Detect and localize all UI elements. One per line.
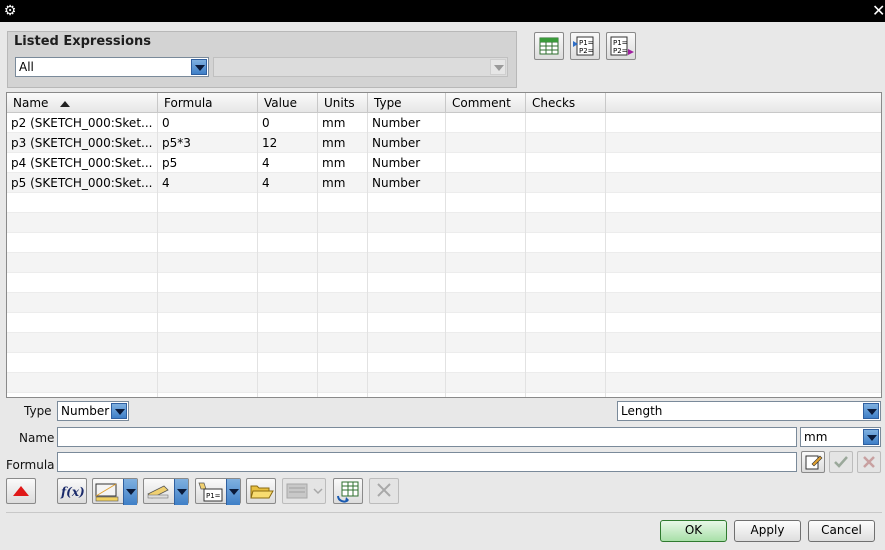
x-mark-icon	[863, 456, 875, 468]
type-label: Type	[24, 404, 52, 418]
interpart-reference-button[interactable]: P1=	[195, 478, 241, 505]
empty-row	[7, 253, 881, 273]
table-row[interactable]: p5 (SKETCH_000:Sket... 4 4 mm Number	[7, 173, 881, 193]
svg-text:P2=: P2=	[579, 47, 594, 55]
delete-x-icon	[377, 483, 391, 497]
empty-row	[7, 293, 881, 313]
column-header-name[interactable]: Name	[7, 93, 158, 113]
svg-text:P1=: P1=	[579, 39, 594, 47]
collapse-button[interactable]	[6, 478, 36, 504]
edit-icon	[805, 455, 823, 470]
empty-row	[7, 313, 881, 333]
title-bar	[0, 0, 885, 22]
pencil-reference-icon	[147, 485, 169, 499]
checkmark-icon	[834, 456, 848, 468]
folder-open-icon	[250, 485, 274, 499]
listed-filter-value: All	[19, 60, 34, 74]
svg-text:P1=: P1=	[613, 39, 628, 47]
spreadsheet-icon	[539, 37, 559, 55]
footer-divider	[6, 512, 882, 513]
table-header: Name Formula Value Units Type Comment Ch…	[7, 93, 881, 113]
empty-row	[7, 373, 881, 393]
functions-button[interactable]: f(x)	[57, 478, 87, 504]
reference-button[interactable]	[143, 478, 189, 505]
measure-button[interactable]	[92, 478, 138, 505]
window-title: Expressions	[25, 3, 115, 18]
accept-edit-button	[829, 451, 853, 473]
type-value: Number	[61, 404, 110, 418]
listed-filter-select[interactable]: All	[15, 57, 209, 77]
edit-formula-button[interactable]	[801, 451, 825, 473]
delete-button	[369, 478, 399, 504]
listed-expressions-title: Listed Expressions	[14, 34, 151, 49]
import-expressions-button[interactable]: P1= P2=	[570, 32, 600, 60]
chevron-down-icon	[490, 59, 506, 75]
spreadsheet-refresh-icon	[337, 481, 359, 503]
chevron-down-icon[interactable]	[191, 59, 207, 75]
empty-row	[7, 273, 881, 293]
chevron-down-icon[interactable]	[123, 479, 137, 505]
apply-button[interactable]: Apply	[734, 520, 801, 542]
empty-row	[7, 213, 881, 233]
unit-select[interactable]: mm	[800, 427, 881, 447]
empty-row	[7, 193, 881, 213]
listed-secondary-select	[213, 57, 508, 77]
list-icon	[286, 483, 323, 499]
cancel-button[interactable]: Cancel	[808, 520, 875, 542]
column-header-checks[interactable]: Checks	[526, 93, 606, 113]
name-label: Name	[19, 431, 55, 445]
chevron-down-icon[interactable]	[226, 479, 240, 505]
column-header-type[interactable]: Type	[368, 93, 446, 113]
reject-edit-button	[857, 451, 881, 473]
empty-row	[7, 353, 881, 373]
import-expressions-icon: P1= P2=	[573, 36, 594, 56]
dimension-select[interactable]: Length	[617, 401, 881, 421]
refresh-spreadsheet-button[interactable]	[333, 478, 363, 504]
ok-button[interactable]: OK	[660, 520, 727, 542]
column-header-comment[interactable]: Comment	[446, 93, 526, 113]
formula-input[interactable]	[57, 452, 797, 472]
empty-row	[7, 333, 881, 353]
list-options-button	[282, 478, 326, 504]
chevron-down-icon[interactable]	[863, 403, 879, 419]
close-icon[interactable]: ✕	[872, 2, 885, 20]
export-expressions-button[interactable]: P1= P2=	[606, 32, 636, 60]
svg-text:P2=: P2=	[613, 47, 628, 55]
table-row[interactable]: p3 (SKETCH_000:Sket... p5*3 12 mm Number	[7, 133, 881, 153]
svg-text:P1=: P1=	[206, 492, 221, 500]
column-header-formula[interactable]: Formula	[158, 93, 258, 113]
export-expressions-icon: P1= P2=	[610, 36, 634, 56]
function-icon: f(x)	[60, 485, 85, 499]
chevron-down-icon[interactable]	[111, 403, 127, 419]
unit-value: mm	[804, 430, 828, 444]
expressions-table[interactable]: Name Formula Value Units Type Comment Ch…	[6, 92, 882, 398]
name-input[interactable]	[57, 427, 797, 447]
dimension-value: Length	[621, 404, 663, 418]
parameter-list-icon: P1=	[198, 482, 223, 502]
open-file-button[interactable]	[246, 478, 276, 504]
export-spreadsheet-button[interactable]	[534, 32, 564, 60]
type-select[interactable]: Number	[57, 401, 129, 421]
empty-row	[7, 233, 881, 253]
chevron-down-icon[interactable]	[174, 479, 188, 505]
formula-label: Formula	[6, 458, 55, 472]
table-row[interactable]: p4 (SKETCH_000:Sket... p5 4 mm Number	[7, 153, 881, 173]
measure-icon	[95, 483, 119, 502]
column-header-units[interactable]: Units	[318, 93, 368, 113]
column-header-value[interactable]: Value	[258, 93, 318, 113]
triangle-up-icon	[13, 486, 29, 496]
chevron-down-icon[interactable]	[863, 429, 879, 445]
sort-ascending-icon	[60, 100, 71, 107]
gear-icon[interactable]: ⚙	[2, 3, 18, 19]
svg-text:f(x): f(x)	[60, 485, 85, 499]
table-row[interactable]: p2 (SKETCH_000:Sket... 0 0 mm Number	[7, 113, 881, 133]
